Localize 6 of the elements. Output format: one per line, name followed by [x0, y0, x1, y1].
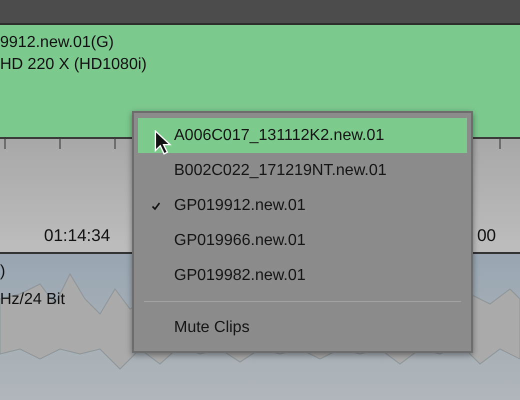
timecode-label: 00: [477, 226, 496, 246]
timecode-label: 01:14:34: [44, 226, 110, 246]
clip-name: 9912.new.01(G): [0, 33, 114, 53]
audio-info: Hz/24 Bit: [0, 290, 65, 310]
audio-info: ): [0, 262, 6, 282]
clip-format: HD 220 X (HD1080i): [0, 55, 147, 75]
